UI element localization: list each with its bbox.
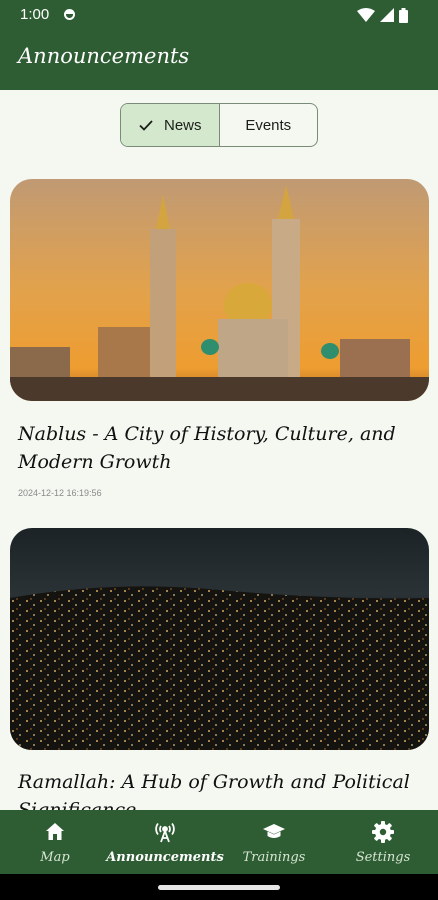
status-icons [357,7,408,23]
post-image-ramallah[interactable] [10,528,429,750]
post-image-nablus[interactable] [10,179,429,401]
tab-news-label: News [163,116,202,134]
screen: 1:00 Announcements News Events Nablus - … [0,0,438,900]
signal-icon [380,8,394,22]
nav-trainings-label: Trainings [242,850,306,865]
home-icon [46,823,64,840]
nav-settings-label: Settings [355,850,411,865]
battery-icon [399,7,408,23]
nav-trainings[interactable]: Trainings [238,810,310,874]
nav-map-label: Map [40,850,70,865]
news-events-toggle: News Events [120,103,318,147]
gear-icon [372,821,394,843]
status-time: 1:00 [20,6,50,23]
tab-news[interactable]: News [121,104,220,146]
mosque-photo [10,179,429,401]
nav-settings[interactable]: Settings [348,810,418,874]
app-bar: Announcements [0,30,438,90]
home-gesture-handle[interactable] [158,885,280,890]
nav-map[interactable]: Map [24,810,86,874]
status-bar: 1:00 [0,0,438,30]
post-title[interactable]: Nablus - A City of History, Culture, and… [18,420,418,476]
tab-events[interactable]: Events [220,104,318,146]
nav-announcements-label: Announcements [106,850,224,865]
check-icon [139,120,153,131]
tab-events-label: Events [245,116,292,134]
announcement-feed[interactable]: Nablus - A City of History, Culture, and… [0,160,438,810]
post-title[interactable]: Ramallah: A Hub of Growth and Political … [18,768,418,810]
wifi-icon [357,8,375,22]
bottom-navigation: Map Announcements Trainings Settings [0,810,438,874]
gesture-bar [0,874,438,900]
notification-icon [64,9,75,20]
page-title: Announcements [18,44,190,68]
nav-announcements[interactable]: Announcements [106,810,224,874]
broadcast-icon [155,822,175,843]
city-night-photo [10,528,429,750]
graduation-cap-icon [263,824,285,838]
post-date: 2024-12-12 16:19:56 [18,488,102,498]
